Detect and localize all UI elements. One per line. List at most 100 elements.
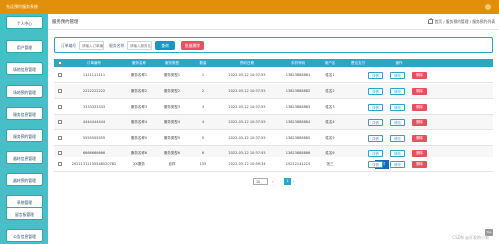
order-number-cell: 6666666666 <box>82 151 106 155</box>
sidebar-item-label: 公告信息管理 <box>13 234 36 239</box>
booking-date-cell: 2022-03-12 10:59:34 <box>228 162 266 166</box>
row-checkbox[interactable] <box>58 105 62 109</box>
order-number-cell: 4444444444 <box>82 120 106 124</box>
edit-button[interactable]: 修改 <box>390 135 405 142</box>
page-size-select[interactable]: 10 <box>253 178 268 185</box>
user-avatar[interactable] <box>485 4 491 10</box>
table-row: 2222222222 服务名称2 服务类型2 2 2022-03-12 10:3… <box>54 84 493 99</box>
row-checkbox[interactable] <box>58 120 62 124</box>
delete-button[interactable]: 删除 <box>412 119 427 126</box>
detail-button[interactable]: 详情 <box>368 104 383 111</box>
sidebar-item-label: 用户管理 <box>16 45 33 50</box>
username-cell: 姓名3 <box>325 105 335 109</box>
sidebar-item-label: 器材预约管理 <box>13 178 36 183</box>
row-checkbox[interactable] <box>58 151 62 155</box>
column-header: 服务类型 <box>165 61 179 65</box>
delete-button[interactable]: 删除 <box>412 150 427 157</box>
edit-button[interactable]: 修改 <box>390 72 405 79</box>
batch-delete-button[interactable]: 批量删除 <box>181 41 204 50</box>
table-row: 3333333333 服务名称3 服务类型3 3 2022-03-12 10:3… <box>54 100 493 115</box>
phone-cell: 13823888883 <box>285 105 311 109</box>
sidebar-item-profile[interactable]: 个人中心 <box>6 16 43 29</box>
sidebar-item-users[interactable]: 用户管理 <box>6 40 43 53</box>
row-checkbox[interactable] <box>58 73 62 77</box>
column-header: 是否支付 <box>351 61 365 65</box>
edit-button[interactable]: 修改 <box>390 161 405 168</box>
service-name-cell: XX服务 <box>133 162 145 166</box>
booking-date-cell: 2022-03-12 10:37:55 <box>228 73 266 77</box>
edit-button[interactable]: 修改 <box>390 88 405 95</box>
detail-button[interactable]: 详情 <box>368 135 383 142</box>
delete-button[interactable]: 删除 <box>412 88 427 95</box>
phone-cell: 13823888882 <box>285 89 311 93</box>
top-bar: 先远预约服务系统 <box>0 0 499 14</box>
service-type-cell: 服务类型2 <box>163 89 181 93</box>
phone-cell: 13823888886 <box>285 151 311 155</box>
sidebar-item-label: 服务信息管理 <box>13 112 36 117</box>
select-all-checkbox[interactable] <box>58 61 62 65</box>
breadcrumb-text[interactable]: 首页 / 服务预约管理 / 服务预约列表 <box>434 19 495 24</box>
phone-cell: 13823888881 <box>285 73 311 77</box>
edit-button[interactable]: 修改 <box>390 119 405 126</box>
sidebar-item-notices[interactable]: 公告信息管理 <box>6 229 43 242</box>
quantity-cell: 4 <box>201 120 205 124</box>
row-checkbox[interactable] <box>58 162 62 166</box>
breadcrumb: 首页 / 服务预约管理 / 服务预约列表 <box>428 17 495 25</box>
service-name-cell: 服务名称1 <box>130 73 148 77</box>
sidebar-item-label: 系统管理 <box>16 200 33 205</box>
column-header: 预约日期 <box>240 61 254 65</box>
username-cell: 姓名1 <box>325 73 335 77</box>
username-cell: 姓名4 <box>325 120 335 124</box>
sidebar-item-venue-info[interactable]: 场地信息管理 <box>6 62 43 75</box>
quantity-cell: 5 <box>201 136 205 140</box>
delete-button[interactable]: 删除 <box>412 135 427 142</box>
quantity-cell: 6 <box>201 151 205 155</box>
delete-button[interactable]: 删除 <box>412 104 427 111</box>
column-header: 订单编号 <box>87 61 101 65</box>
delete-button[interactable]: 删除 <box>412 161 427 168</box>
booking-date-cell: 2022-03-12 10:37:55 <box>228 89 266 93</box>
edit-button[interactable]: 修改 <box>390 150 405 157</box>
edit-button[interactable]: 修改 <box>390 104 405 111</box>
sidebar-item-equipment-booking[interactable]: 器材预约管理 <box>6 173 43 186</box>
next-page-icon[interactable]: › <box>293 179 295 184</box>
service-name-cell: 服务名称3 <box>130 105 148 109</box>
service-type-cell: 血样 <box>168 162 176 166</box>
username-cell: 姓名6 <box>325 151 335 155</box>
header-divider <box>48 29 499 30</box>
content-header: 服务预约管理 首页 / 服务预约管理 / 服务预约列表 <box>52 17 495 27</box>
order-number-input[interactable] <box>79 41 104 50</box>
booking-date-cell: 2022-03-12 10:37:55 <box>228 151 266 155</box>
detail-button[interactable]: 详情 <box>368 150 383 157</box>
current-page[interactable]: 1 <box>284 178 291 185</box>
service-name-cell: 服务名称4 <box>130 120 148 124</box>
booking-date-cell: 2022-03-12 10:37:55 <box>228 120 266 124</box>
detail-button[interactable]: 详情 <box>368 72 383 79</box>
search-bar: 订单编号 服务名称 查询 批量删除 <box>54 37 493 53</box>
query-button[interactable]: 查询 <box>155 41 175 50</box>
delete-button[interactable]: 删除 <box>412 72 427 79</box>
detail-button[interactable]: 详情 <box>368 88 383 95</box>
service-name-input[interactable] <box>127 41 152 50</box>
column-header: 数量 <box>199 61 207 65</box>
service-type-cell: 服务类型3 <box>163 105 181 109</box>
sidebar-item-messages[interactable]: 留言板管理 <box>6 207 43 220</box>
home-icon[interactable] <box>428 17 435 24</box>
detail-button[interactable]: 详情 <box>368 119 383 126</box>
sidebar-item-equipment-info[interactable]: 器材信息管理 <box>6 151 43 164</box>
row-checkbox[interactable] <box>58 89 62 93</box>
sidebar-item-service-info[interactable]: 服务信息管理 <box>6 107 43 120</box>
row-checkbox[interactable] <box>58 136 62 140</box>
table-header: 订单编号 服务名称 服务类型 数量 预约日期 手机号码 用户名 是否支付 操作 <box>54 59 493 67</box>
service-type-cell: 服务类型6 <box>163 151 181 155</box>
order-number-label: 订单编号 <box>61 43 77 48</box>
sidebar-item-venue-booking[interactable]: 场地预约管理 <box>6 85 43 98</box>
order-number-cell: 2222222222 <box>82 89 106 93</box>
prev-page-icon[interactable]: ‹ <box>272 179 274 184</box>
column-header: 操作 <box>395 61 403 65</box>
table-row: 4444444444 服务名称4 服务类型4 4 2022-03-12 10:3… <box>54 115 493 130</box>
order-number-cell: 3333333333 <box>82 105 106 109</box>
detail-button[interactable]: 详情 <box>368 161 383 168</box>
watermark: CSDN @开发的小男 <box>452 235 489 240</box>
sidebar-item-service-booking[interactable]: 服务预约管理 <box>6 129 43 142</box>
